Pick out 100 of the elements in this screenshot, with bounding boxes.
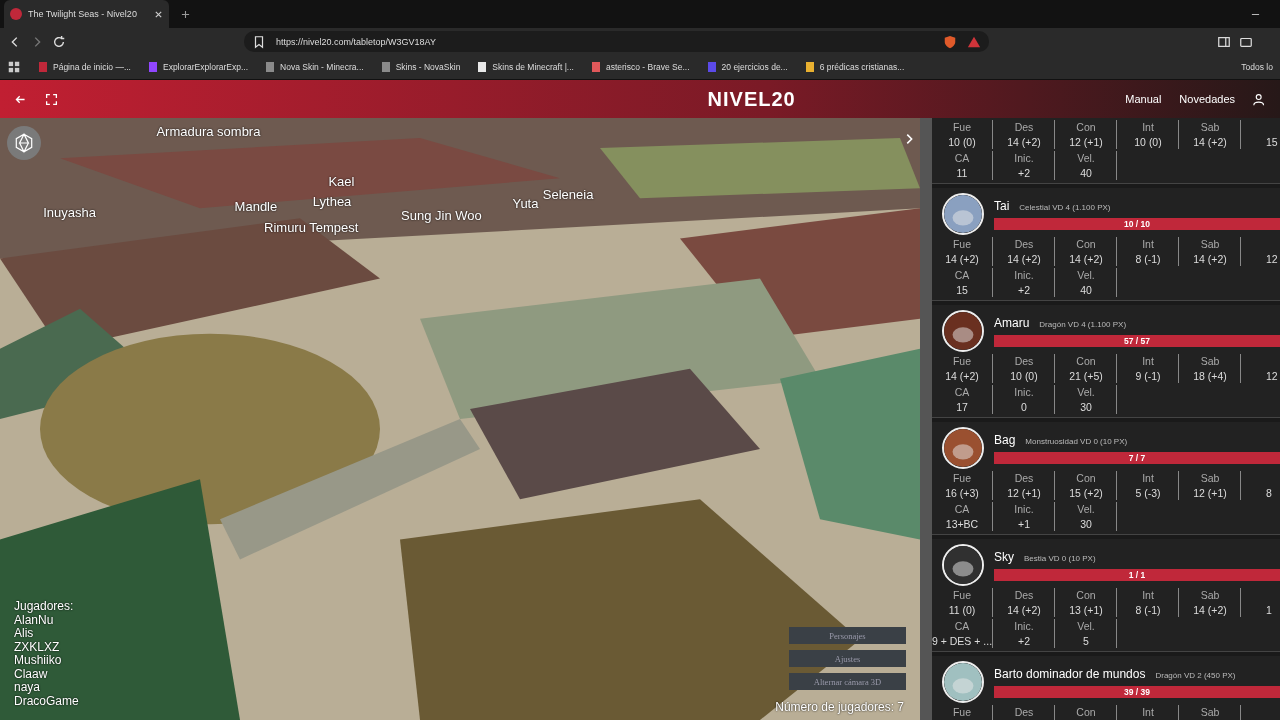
stat-label: Fue <box>952 588 972 603</box>
header-link[interactable]: Manual <box>1125 93 1162 105</box>
address-bar[interactable]: https://nivel20.com/tabletop/W3GV18AY <box>244 31 989 52</box>
stat-label: CA <box>954 268 970 283</box>
bookmark[interactable]: Skins de Minecraft |... <box>478 62 574 72</box>
header-link[interactable]: Novedades <box>1179 93 1235 105</box>
stat-label: Vel. <box>1077 268 1095 283</box>
bookmark-icon[interactable] <box>252 34 266 49</box>
player-name: naya <box>14 681 42 695</box>
stat-label: Int <box>1142 354 1154 369</box>
hp-bar: 10 / 10 <box>994 217 1280 230</box>
stat-label: Int <box>1142 705 1154 720</box>
stat-label: Con <box>1076 237 1096 252</box>
stat-value: 12 <box>1266 252 1278 266</box>
bookmark[interactable]: Nova Skin - Minecra... <box>266 62 364 72</box>
bookmark[interactable]: asterisco - Brave Se... <box>591 62 690 72</box>
map-button[interactable]: Personajes <box>789 627 906 644</box>
bookmark[interactable]: Skins - NovaSkin <box>381 62 461 72</box>
map-button[interactable]: Ajustes <box>789 650 906 667</box>
stat-value: +1 <box>1018 517 1030 531</box>
user-icon[interactable] <box>1253 92 1266 106</box>
stat-value: 12 (+1) <box>1007 486 1041 500</box>
stat-label: Con <box>1076 354 1096 369</box>
stat-value: 12 (+1) <box>1069 135 1103 149</box>
stat-value: 14 (+2) <box>1069 252 1103 266</box>
stat-label: Inic. <box>1014 502 1034 517</box>
stat-value: 13+BC <box>945 517 979 531</box>
stat-value: 5 <box>1083 634 1089 648</box>
stat-label: Fue <box>952 705 972 720</box>
scrollbar[interactable] <box>920 118 932 720</box>
stat-value: 15 <box>1266 135 1278 149</box>
shield-icon[interactable] <box>943 34 957 49</box>
stat-value: 12 <box>1266 369 1278 383</box>
bookmark[interactable]: 20 ejercicios de... <box>707 62 788 72</box>
stat-label: Inic. <box>1014 268 1034 283</box>
stat-value: 14 (+2) <box>1007 135 1041 149</box>
player-count: Número de jugadores: 7 <box>775 700 904 714</box>
token-label: Armadura sombra <box>156 124 261 139</box>
stat-value: 11 <box>956 166 968 180</box>
stat-value: 30 <box>1080 400 1092 414</box>
stat-value: 30 <box>1080 517 1092 531</box>
player-name: Claaw <box>14 667 49 681</box>
map-button[interactable]: Alternar cámara 3D <box>789 673 906 690</box>
hp-bar: 1 / 1 <box>994 568 1280 581</box>
bookmark[interactable]: 6 prédicas cristianas... <box>805 62 905 72</box>
browser-tab[interactable]: The Twilight Seas - Nivel20 <box>4 0 169 28</box>
stat-label: Sab <box>1200 120 1220 135</box>
apps-icon[interactable] <box>7 60 21 74</box>
stat-label: CA <box>954 619 970 634</box>
player-name: Alis <box>14 627 35 641</box>
stat-value: 17 <box>956 400 968 414</box>
fullscreen-icon[interactable] <box>45 92 58 106</box>
bookmark[interactable]: Página de inicio —... <box>39 62 131 72</box>
bookmark[interactable]: ExplorarExplorarExp... <box>148 62 248 72</box>
stat-label: Vel. <box>1077 502 1095 517</box>
sidebar-icon[interactable] <box>1217 34 1231 49</box>
stat-value: +2 <box>1018 166 1030 180</box>
stat-value: 12 (+1) <box>1193 486 1227 500</box>
stat-label: Vel. <box>1077 619 1095 634</box>
stat-value: 5 (-3) <box>1135 486 1161 500</box>
stat-value: 8 (-1) <box>1135 603 1161 617</box>
all-bookmarks[interactable]: Todos lo <box>1241 62 1273 72</box>
player-name: DracoGame <box>14 694 79 708</box>
stat-label: Int <box>1142 471 1154 486</box>
stat-value: 14 (+2) <box>1193 252 1227 266</box>
stat-value: 1 <box>1266 603 1272 617</box>
player-name: ZXKLXZ <box>14 640 61 654</box>
creature-name: Amaru <box>994 315 1030 330</box>
creature-avatar <box>942 310 984 352</box>
stat-label: Con <box>1076 588 1096 603</box>
stat-value: 40 <box>1080 166 1092 180</box>
creature-type: Monstruosidad VD 0 (10 PX) <box>1025 436 1128 446</box>
stat-value: 15 (+2) <box>1069 486 1103 500</box>
stat-label: Int <box>1142 120 1154 135</box>
stat-label: Sab <box>1200 705 1220 720</box>
reload-icon[interactable] <box>52 34 66 49</box>
hp-bar: 57 / 57 <box>994 334 1280 347</box>
stat-value: 10 (0) <box>1134 135 1162 149</box>
stat-label: Inic. <box>1014 385 1034 400</box>
stat-value: 14 (+2) <box>1007 603 1041 617</box>
close-icon[interactable] <box>154 9 163 19</box>
stat-label: Fue <box>952 471 972 486</box>
stat-label: Con <box>1076 471 1096 486</box>
logo[interactable]: NIVEL20 <box>707 87 796 111</box>
hp-bar: 39 / 39 <box>994 685 1280 698</box>
stat-value: 14 (+2) <box>945 369 979 383</box>
players-title: Jugadores: <box>14 600 75 614</box>
stat-label: Con <box>1076 120 1096 135</box>
token-label: Rimuru Tempest <box>264 220 359 236</box>
token-label: Mandle <box>234 199 278 215</box>
stat-label: Fue <box>952 237 972 252</box>
stat-value: 8 <box>1266 486 1272 500</box>
creature-name: Sky <box>994 549 1014 564</box>
stat-label: Sab <box>1200 471 1220 486</box>
stat-label: Des <box>1014 237 1034 252</box>
stat-value: 14 (+2) <box>1193 135 1227 149</box>
site-icon <box>10 8 22 20</box>
stat-label: Inic. <box>1014 151 1034 166</box>
stat-value: 8 (-1) <box>1135 252 1161 266</box>
new-tab-icon[interactable] <box>181 9 190 19</box>
